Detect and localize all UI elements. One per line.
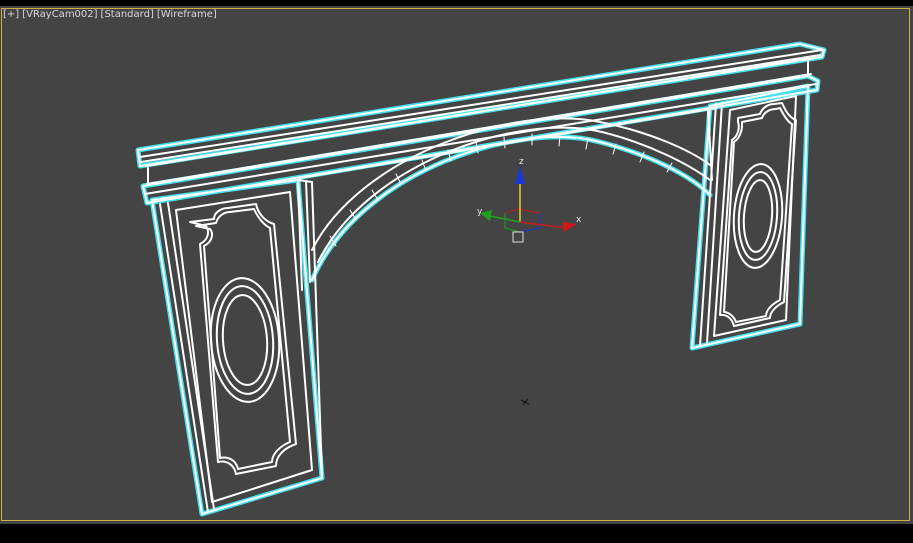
camera-viewport[interactable]: z x y [0,6,913,524]
gizmo-x-axis[interactable]: x [519,215,582,232]
viewport-label-menu: [+] [VRayCam002] [Standard] [Wireframe] [3,8,220,22]
viewport-shading-menu[interactable]: [Standard] [101,9,154,20]
transform-gizmo[interactable]: z x y [477,157,582,243]
gizmo-y-label: y [477,207,483,217]
arch-model[interactable] [135,41,827,517]
gizmo-z-label: z [519,157,524,167]
bottom-status-strip [0,524,913,543]
gizmo-x-label: x [576,215,582,225]
gizmo-y-axis[interactable]: y [477,207,521,223]
viewport-plus-menu[interactable]: [+] [3,9,19,20]
viewport-display-mode-menu[interactable]: [Wireframe] [157,9,217,20]
wireframe-scene[interactable]: z x y [0,6,913,524]
gizmo-pivot-box[interactable] [512,231,524,243]
gizmo-z-axis[interactable]: z [515,157,525,222]
model-wire [137,43,825,515]
origin-marker-icon [520,398,530,406]
viewport-camera-menu[interactable]: [VRayCam002] [22,9,97,20]
